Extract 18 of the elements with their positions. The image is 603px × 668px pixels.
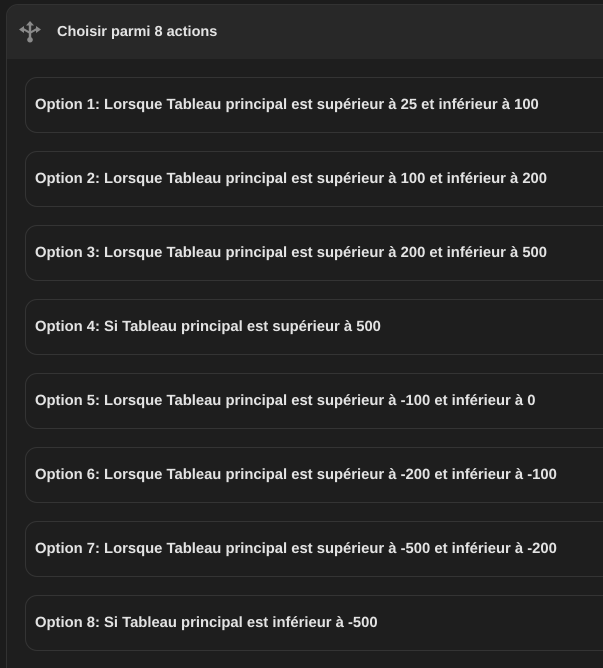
- option-card[interactable]: Option 1: Lorsque Tableau principal est supérieur à 25 et inférieur à 100: [25, 77, 603, 133]
- option-label: Option 6: Lorsque Tableau principal est supérieur à -200 et inférieur à -100: [35, 467, 557, 483]
- option-card[interactable]: Option 5: Lorsque Tableau principal est supérieur à -100 et inférieur à 0: [25, 373, 603, 429]
- option-label: Option 2: Lorsque Tableau principal est supérieur à 100 et inférieur à 200: [35, 171, 548, 187]
- option-card[interactable]: Option 3: Lorsque Tableau principal est supérieur à 200 et inférieur à 500: [25, 225, 603, 281]
- option-label: Option 3: Lorsque Tableau principal est supérieur à 200 et inférieur à 500: [35, 245, 548, 261]
- option-card[interactable]: Option 7: Lorsque Tableau principal est supérieur à -500 et inférieur à -200: [25, 521, 603, 577]
- option-label: Option 8: Si Tableau principal est inférieur à -500: [35, 615, 378, 631]
- option-label: Option 7: Lorsque Tableau principal est supérieur à -500 et inférieur à -200: [35, 541, 557, 557]
- option-label: Option 4: Si Tableau principal est supérieur à 500: [35, 319, 381, 335]
- option-label: Option 5: Lorsque Tableau principal est supérieur à -100 et inférieur à 0: [35, 393, 536, 409]
- option-card[interactable]: Option 8: Si Tableau principal est inférieur à -500: [25, 595, 603, 651]
- panel-title: Choisir parmi 8 actions: [57, 24, 218, 40]
- option-label: Option 1: Lorsque Tableau principal est supérieur à 25 et inférieur à 100: [35, 97, 539, 113]
- split-arrow-icon: [18, 20, 42, 44]
- option-card[interactable]: Option 2: Lorsque Tableau principal est supérieur à 100 et inférieur à 200: [25, 151, 603, 207]
- option-card[interactable]: Option 4: Si Tableau principal est supérieur à 500: [25, 299, 603, 355]
- option-card[interactable]: Option 6: Lorsque Tableau principal est supérieur à -200 et inférieur à -100: [25, 447, 603, 503]
